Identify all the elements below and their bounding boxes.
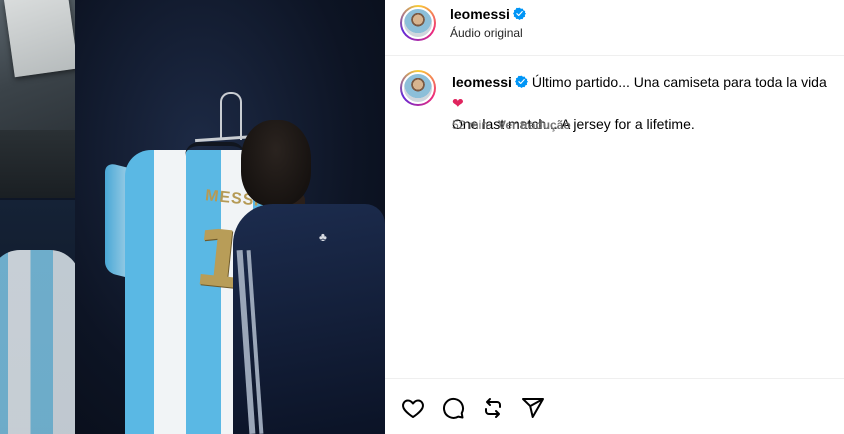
avatar-image [402,72,434,104]
shelf [0,130,75,198]
repost-button[interactable] [480,395,506,421]
paper-note [4,0,79,78]
verified-badge-icon [514,75,528,88]
heart-icon [402,399,424,418]
verified-badge-icon [512,7,526,20]
timestamp[interactable]: 52 min [452,118,488,132]
avatar[interactable] [400,70,436,106]
caption-line-1: Último partido... Una camiseta para toda… [531,74,827,90]
avatar[interactable] [400,5,436,41]
share-icon [522,398,544,418]
avatar-image [402,7,434,39]
preview-image-bottom [0,200,80,434]
comment-icon [443,397,464,419]
username-link[interactable]: leomessi [450,6,510,22]
repost-icon [485,398,501,418]
main-photo: MESSI 10 ♣ [75,0,385,434]
person-head [241,120,311,206]
header-username-row: leomessi [450,6,526,24]
jersey-preview [0,250,80,434]
person: ♣ [233,120,385,434]
jacket-logo: ♣ [319,230,327,244]
share-button[interactable] [520,395,546,421]
post-header: leomessi Áudio original [385,0,844,56]
action-bar [385,378,844,434]
see-translation-button[interactable]: Ver tradução [498,118,571,132]
like-button[interactable] [400,395,426,421]
caption-meta: 52 min Ver tradução [452,118,571,132]
preview-image-top [0,0,79,198]
carousel-side-preview [0,0,80,434]
heart-emoji: ❤ [452,95,464,111]
post-sidebar: leomessi Áudio original leomessi Último … [385,0,844,434]
post-media[interactable]: MESSI 10 ♣ [0,0,385,434]
comment-button[interactable] [440,395,466,421]
person-jacket [233,204,385,434]
username-link[interactable]: leomessi [452,74,512,90]
audio-label[interactable]: Áudio original [450,26,523,40]
